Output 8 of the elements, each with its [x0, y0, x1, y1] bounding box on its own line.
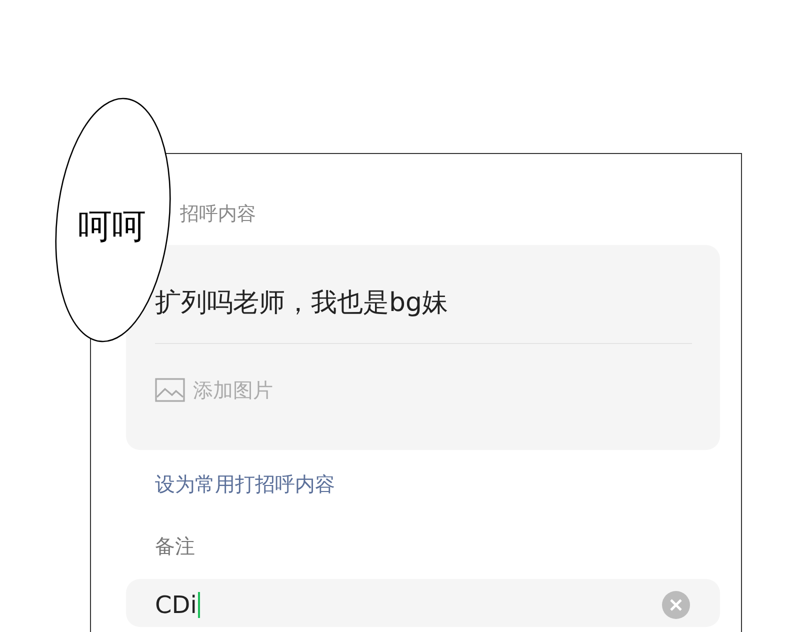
bubble-text: 呵呵: [78, 208, 146, 248]
remark-label: 备注: [155, 533, 195, 560]
greeting-message[interactable]: 扩列吗老师，我也是bg妹: [155, 245, 448, 321]
clear-icon[interactable]: [662, 591, 690, 619]
image-icon[interactable]: [155, 378, 185, 402]
section-label: 招呼内容: [180, 202, 256, 227]
remark-field[interactable]: CDi: [126, 579, 720, 627]
set-default-link[interactable]: 设为常用打招呼内容: [155, 470, 335, 498]
